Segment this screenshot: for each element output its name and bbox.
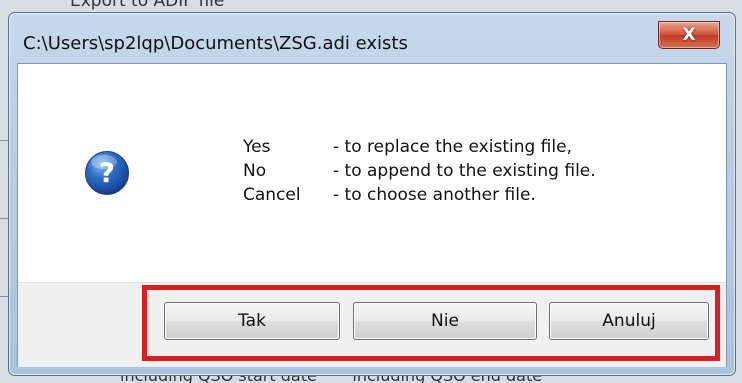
file-exists-dialog: C:\Users\sp2lqp\Documents\ZSG.adi exists… — [8, 12, 736, 376]
background-divider — [0, 218, 8, 219]
background-divider — [0, 140, 8, 141]
button-strip: Tak Nie Anuluj — [18, 282, 726, 367]
message-description: - to append to the existing file. — [333, 161, 596, 181]
message-text: Yes - to replace the existing file, No -… — [243, 135, 596, 207]
message-key: Cancel — [243, 185, 301, 205]
yes-button[interactable]: Tak — [164, 302, 340, 340]
message-line: Cancel - to choose another file. — [243, 183, 596, 207]
message-line: No - to append to the existing file. — [243, 159, 596, 183]
background-window: Export to ADIF file including QSO start … — [0, 0, 742, 383]
background-window-text-top: Export to ADIF file — [70, 0, 225, 11]
message-key: Yes — [243, 137, 271, 157]
close-button[interactable]: X — [658, 21, 720, 49]
background-divider — [0, 296, 8, 297]
dialog-title: C:\Users\sp2lqp\Documents\ZSG.adi exists — [23, 33, 408, 54]
no-button[interactable]: Nie — [353, 302, 537, 340]
message-description: - to replace the existing file, — [333, 137, 572, 157]
message-key: No — [243, 161, 267, 181]
cancel-button[interactable]: Anuluj — [549, 302, 709, 340]
message-description: - to choose another file. — [333, 185, 536, 205]
dialog-client-area: ? Yes - to replace the existing file, No… — [17, 63, 727, 367]
message-area: ? Yes - to replace the existing file, No… — [18, 64, 726, 282]
svg-text:?: ? — [99, 158, 115, 189]
question-icon: ? — [85, 151, 129, 195]
message-line: Yes - to replace the existing file, — [243, 135, 596, 159]
close-icon: X — [682, 24, 696, 45]
